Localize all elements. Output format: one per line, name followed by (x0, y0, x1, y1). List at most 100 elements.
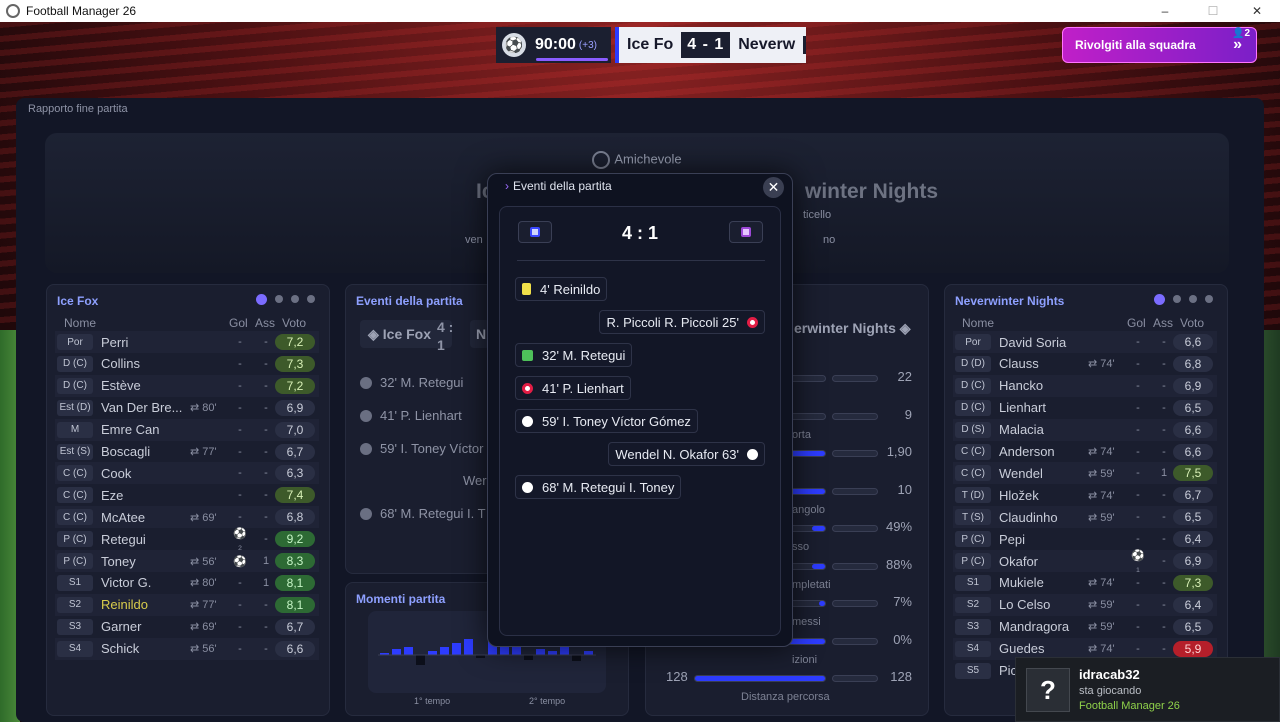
player-row[interactable]: D (C) Lienhart - -6,5 (953, 397, 1217, 419)
player-name[interactable]: Mandragora (999, 619, 1069, 634)
moment-bar (404, 647, 413, 655)
page-dot[interactable] (1189, 295, 1197, 303)
player-name[interactable]: Malacia (999, 422, 1044, 437)
player-name[interactable]: Hancko (999, 378, 1043, 393)
player-name[interactable]: Schick (101, 641, 139, 656)
page-dot[interactable] (291, 295, 299, 303)
player-name[interactable]: Boscagli (101, 444, 150, 459)
player-row[interactable]: S3 Mandragora ⇄ 59' - -6,5 (953, 616, 1217, 638)
minimize-button[interactable]: – (1142, 0, 1188, 22)
player-row[interactable]: S3 Garner ⇄ 69' - -6,7 (55, 616, 319, 638)
player-name[interactable]: Wendel (999, 466, 1043, 481)
maximize-button[interactable]: ☐ (1190, 0, 1236, 22)
player-assists: - (264, 379, 268, 392)
player-row[interactable]: D (D) Clauss ⇄ 74' - -6,8 (953, 353, 1217, 375)
player-rating: 6,4 (1173, 596, 1213, 613)
page-dot[interactable] (307, 295, 315, 303)
player-rating: 6,4 (1173, 531, 1213, 548)
player-assists: - (1162, 511, 1166, 524)
player-row[interactable]: D (C) Hancko - -6,9 (953, 374, 1217, 397)
match-event[interactable]: 32' M. Retegui (515, 343, 633, 367)
player-row[interactable]: C (C) Anderson ⇄ 74' - -6,6 (953, 441, 1217, 463)
player-row[interactable]: C (C) Cook - -6,3 (55, 462, 319, 485)
player-row[interactable]: C (C) McAtee ⇄ 69' - -6,8 (55, 506, 319, 529)
player-position: S2 (57, 596, 93, 613)
player-name[interactable]: Clauss (999, 356, 1039, 371)
page-dot[interactable] (1173, 295, 1181, 303)
player-name[interactable]: Victor G. (101, 575, 151, 590)
player-name[interactable]: Claudinho (999, 510, 1058, 525)
match-event[interactable]: Wendel N. Okafor 63' (608, 442, 765, 466)
close-dialog-button[interactable]: ✕ (763, 177, 784, 198)
player-row[interactable]: Est (S) Boscagli ⇄ 77' - -6,7 (55, 441, 319, 463)
match-event[interactable]: 41' P. Lienhart (515, 376, 631, 400)
player-row[interactable]: S2 Lo Celso ⇄ 59' - -6,4 (953, 593, 1217, 616)
event-text: 68' M. Retegui I. T (380, 506, 486, 521)
player-row[interactable]: P (C) Pepi - -6,4 (953, 528, 1217, 550)
player-position: Por (955, 334, 991, 350)
player-name[interactable]: Hložek (999, 488, 1039, 503)
page-dot[interactable] (256, 294, 267, 305)
player-name[interactable]: Lo Celso (999, 597, 1050, 612)
match-event[interactable]: 68' M. Retegui I. Toney (515, 475, 682, 499)
player-name[interactable]: David Soria (999, 335, 1066, 350)
close-window-button[interactable]: ✕ (1234, 0, 1280, 22)
player-row[interactable]: M Emre Can - -7,0 (55, 418, 319, 441)
player-row[interactable]: P (C) Okafor ⚽₁ -6,9 (953, 550, 1217, 574)
player-name[interactable]: Garner (101, 619, 141, 634)
page-dot[interactable] (275, 295, 283, 303)
event-icon (360, 442, 372, 455)
player-row[interactable]: P (C) Retegui ⚽₂ -9,2 (55, 528, 319, 552)
player-row[interactable]: D (C) Estève - -7,2 (55, 374, 319, 397)
col-gol: Gol (229, 316, 248, 330)
page-dot[interactable] (1205, 295, 1213, 303)
stat-away-value: 1,90 (886, 444, 912, 459)
player-row[interactable]: S2 Reinildo ⇄ 77' - -8,1 (55, 593, 319, 616)
player-name[interactable]: Reinildo (101, 597, 148, 612)
player-row[interactable]: S1 Victor G. ⇄ 80' - 1 8,1 (55, 572, 319, 594)
player-row[interactable]: Est (D) Van Der Bre... ⇄ 80' - -6,9 (55, 397, 319, 419)
player-row[interactable]: D (C) Collins - -7,3 (55, 353, 319, 375)
player-row[interactable]: Por Perri - -7,2 (55, 331, 319, 353)
page-dot[interactable] (1154, 294, 1165, 305)
player-rating: 9,2 (275, 531, 315, 548)
player-name[interactable]: Anderson (999, 444, 1055, 459)
player-name[interactable]: Guedes (999, 641, 1045, 656)
second-half-label: 2° tempo (529, 696, 566, 706)
col-ass: Ass (1153, 316, 1174, 330)
player-name[interactable]: Toney (101, 554, 136, 569)
player-row[interactable]: Por David Soria - -6,6 (953, 331, 1217, 353)
players-count: 2 (1244, 28, 1250, 39)
player-name[interactable]: McAtee (101, 510, 145, 525)
football-icon: ⚽ (502, 33, 526, 57)
player-row[interactable]: T (S) Claudinho ⇄ 59' - -6,5 (953, 506, 1217, 529)
player-name[interactable]: Perri (101, 335, 128, 350)
player-name[interactable]: Lienhart (999, 400, 1046, 415)
player-row[interactable]: T (D) Hložek ⇄ 74' - -6,7 (953, 484, 1217, 506)
player-row[interactable]: C (C) Eze - -7,4 (55, 484, 319, 506)
player-name[interactable]: Mukiele (999, 575, 1044, 590)
player-goals: - (238, 445, 242, 458)
player-name[interactable]: Pepi (999, 532, 1025, 547)
player-row[interactable]: P (C) Toney ⇄ 56' ⚽ 1 8,3 (55, 550, 319, 572)
player-position: S3 (57, 618, 93, 635)
player-name[interactable]: Estève (101, 378, 141, 393)
player-name[interactable]: Okafor (999, 554, 1038, 569)
stats-away-title: erwinter Nights ◈ (794, 320, 911, 337)
player-row[interactable]: C (C) Wendel ⇄ 59' - 1 7,5 (953, 462, 1217, 485)
player-name[interactable]: Emre Can (101, 422, 160, 437)
player-name[interactable]: Cook (101, 466, 131, 481)
player-name[interactable]: Collins (101, 356, 140, 371)
match-event[interactable]: R. Piccoli R. Piccoli 25' (599, 310, 765, 334)
team-talk-button[interactable]: Rivolgiti alla squadra » 👤2 (1062, 27, 1257, 63)
player-row[interactable]: S4 Schick ⇄ 56' - -6,6 (55, 637, 319, 660)
match-event[interactable]: 59' I. Toney Víctor Gómez (515, 409, 698, 433)
player-name[interactable]: Eze (101, 488, 123, 503)
player-row[interactable]: S1 Mukiele ⇄ 74' - -7,3 (953, 572, 1217, 594)
player-name[interactable]: Van Der Bre... (101, 400, 182, 415)
match-event[interactable]: 4' Reinildo (515, 277, 608, 301)
friend-notification[interactable]: ? idracab32 sta giocando Football Manage… (1015, 657, 1280, 722)
player-rating: 6,6 (1173, 443, 1213, 460)
player-row[interactable]: D (S) Malacia - -6,6 (953, 418, 1217, 441)
player-name[interactable]: Retegui (101, 532, 146, 547)
